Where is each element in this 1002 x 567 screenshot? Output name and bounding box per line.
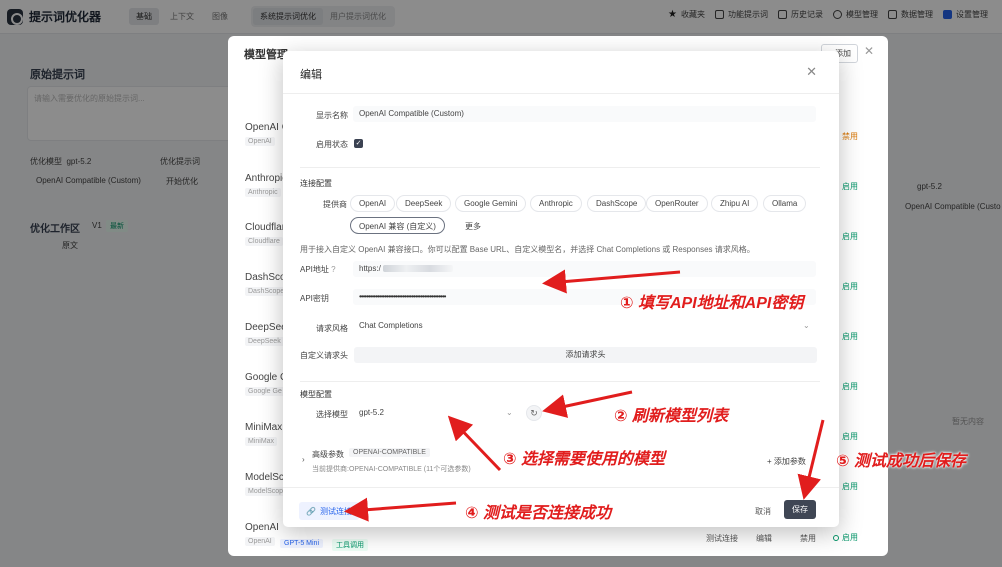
provider-chip-openai-compatible[interactable]: OpenAI 兼容 (自定义)	[350, 217, 445, 234]
display-name-input[interactable]: OpenAI Compatible (Custom)	[353, 106, 816, 122]
redacted-url	[382, 265, 453, 273]
annotation-1: ① 填写API地址和API密钥	[620, 295, 804, 312]
annotation-3: ③ 选择需要使用的模型	[503, 451, 665, 468]
provider-chip-anthropic[interactable]: Anthropic	[530, 195, 582, 212]
help-icon: ?	[331, 265, 336, 274]
cancel-button[interactable]: 取消	[749, 503, 777, 520]
link-icon: 🔗	[306, 506, 316, 516]
provider-hint: 用于接入自定义 OpenAI 兼容接口。你可以配置 Base URL、自定义模型…	[300, 245, 755, 254]
custom-header-label: 自定义请求头	[300, 351, 348, 360]
provider-chip-openrouter[interactable]: OpenRouter	[646, 195, 708, 212]
enabled-checkbox[interactable]: ✓	[354, 139, 363, 148]
divider	[283, 487, 839, 488]
provider-chip-deepseek[interactable]: DeepSeek	[396, 195, 452, 212]
capability-tag: 工具调用	[332, 539, 368, 551]
row-edit[interactable]: 编辑	[756, 533, 772, 544]
enable-button[interactable]: 启用	[833, 532, 858, 543]
chevron-right-icon[interactable]: ›	[302, 455, 305, 464]
display-name-label: 显示名称	[316, 111, 348, 120]
row-test-connection[interactable]: 测试连接	[706, 533, 738, 544]
chevron-down-icon: ⌄	[803, 321, 810, 330]
model-section-title: 模型配置	[300, 390, 332, 399]
toggle-icon	[833, 534, 839, 541]
api-url-input[interactable]: https:/	[353, 261, 816, 277]
provider-chip-google-gemini[interactable]: Google Gemini	[455, 195, 527, 212]
connection-section-title: 连接配置	[300, 179, 332, 188]
provider-chip-ollama[interactable]: Ollama	[763, 195, 807, 212]
select-model-label: 选择模型	[316, 410, 348, 419]
provider-chip-dashscope[interactable]: DashScope	[587, 195, 647, 212]
row-disable[interactable]: 禁用	[800, 533, 816, 544]
close-icon[interactable]: ✕	[864, 44, 874, 58]
more-providers-button[interactable]: 更多	[465, 221, 481, 232]
annotation-2: ② 刷新模型列表	[614, 408, 728, 425]
divider	[300, 167, 820, 168]
save-button[interactable]: 保存	[784, 500, 816, 519]
advanced-params-tag: OPENAI-COMPATIBLE	[349, 448, 430, 457]
divider	[300, 381, 820, 382]
add-header-button[interactable]: 添加请求头	[354, 347, 817, 363]
refresh-icon[interactable]: ↻	[526, 405, 542, 421]
provider-chip-openai[interactable]: OpenAI	[350, 195, 396, 212]
request-style-label: 请求风格	[316, 324, 348, 333]
model-management-title: 模型管理	[244, 49, 288, 61]
test-connection-button[interactable]: 🔗 测试连接	[299, 502, 359, 520]
advanced-params-subtitle: 当前提供商:OPENAI-COMPATIBLE (11个可选参数)	[312, 466, 471, 473]
provider-label: 提供商	[323, 200, 347, 209]
chevron-down-icon: ⌄	[506, 408, 513, 417]
model-tag: GPT-5 Mini	[280, 539, 324, 548]
add-param-button[interactable]: + 添加参数	[767, 456, 806, 467]
select-model-dropdown[interactable]: gpt-5.2	[353, 405, 518, 421]
dialog-title: 编辑	[300, 69, 322, 81]
annotation-4: ④ 测试是否连接成功	[465, 505, 611, 522]
enabled-label: 启用状态	[316, 140, 348, 149]
annotation-5: ⑤ 测试成功后保存	[836, 453, 966, 470]
close-icon[interactable]: ✕	[806, 64, 817, 80]
request-style-select[interactable]: Chat Completions	[353, 318, 816, 334]
divider	[283, 93, 839, 94]
api-url-label: API地址 ?	[300, 265, 336, 274]
api-key-label: API密钥	[300, 294, 329, 303]
advanced-params-label[interactable]: 高级参数	[312, 449, 344, 460]
provider-chip-zhipu[interactable]: Zhipu AI	[711, 195, 759, 212]
